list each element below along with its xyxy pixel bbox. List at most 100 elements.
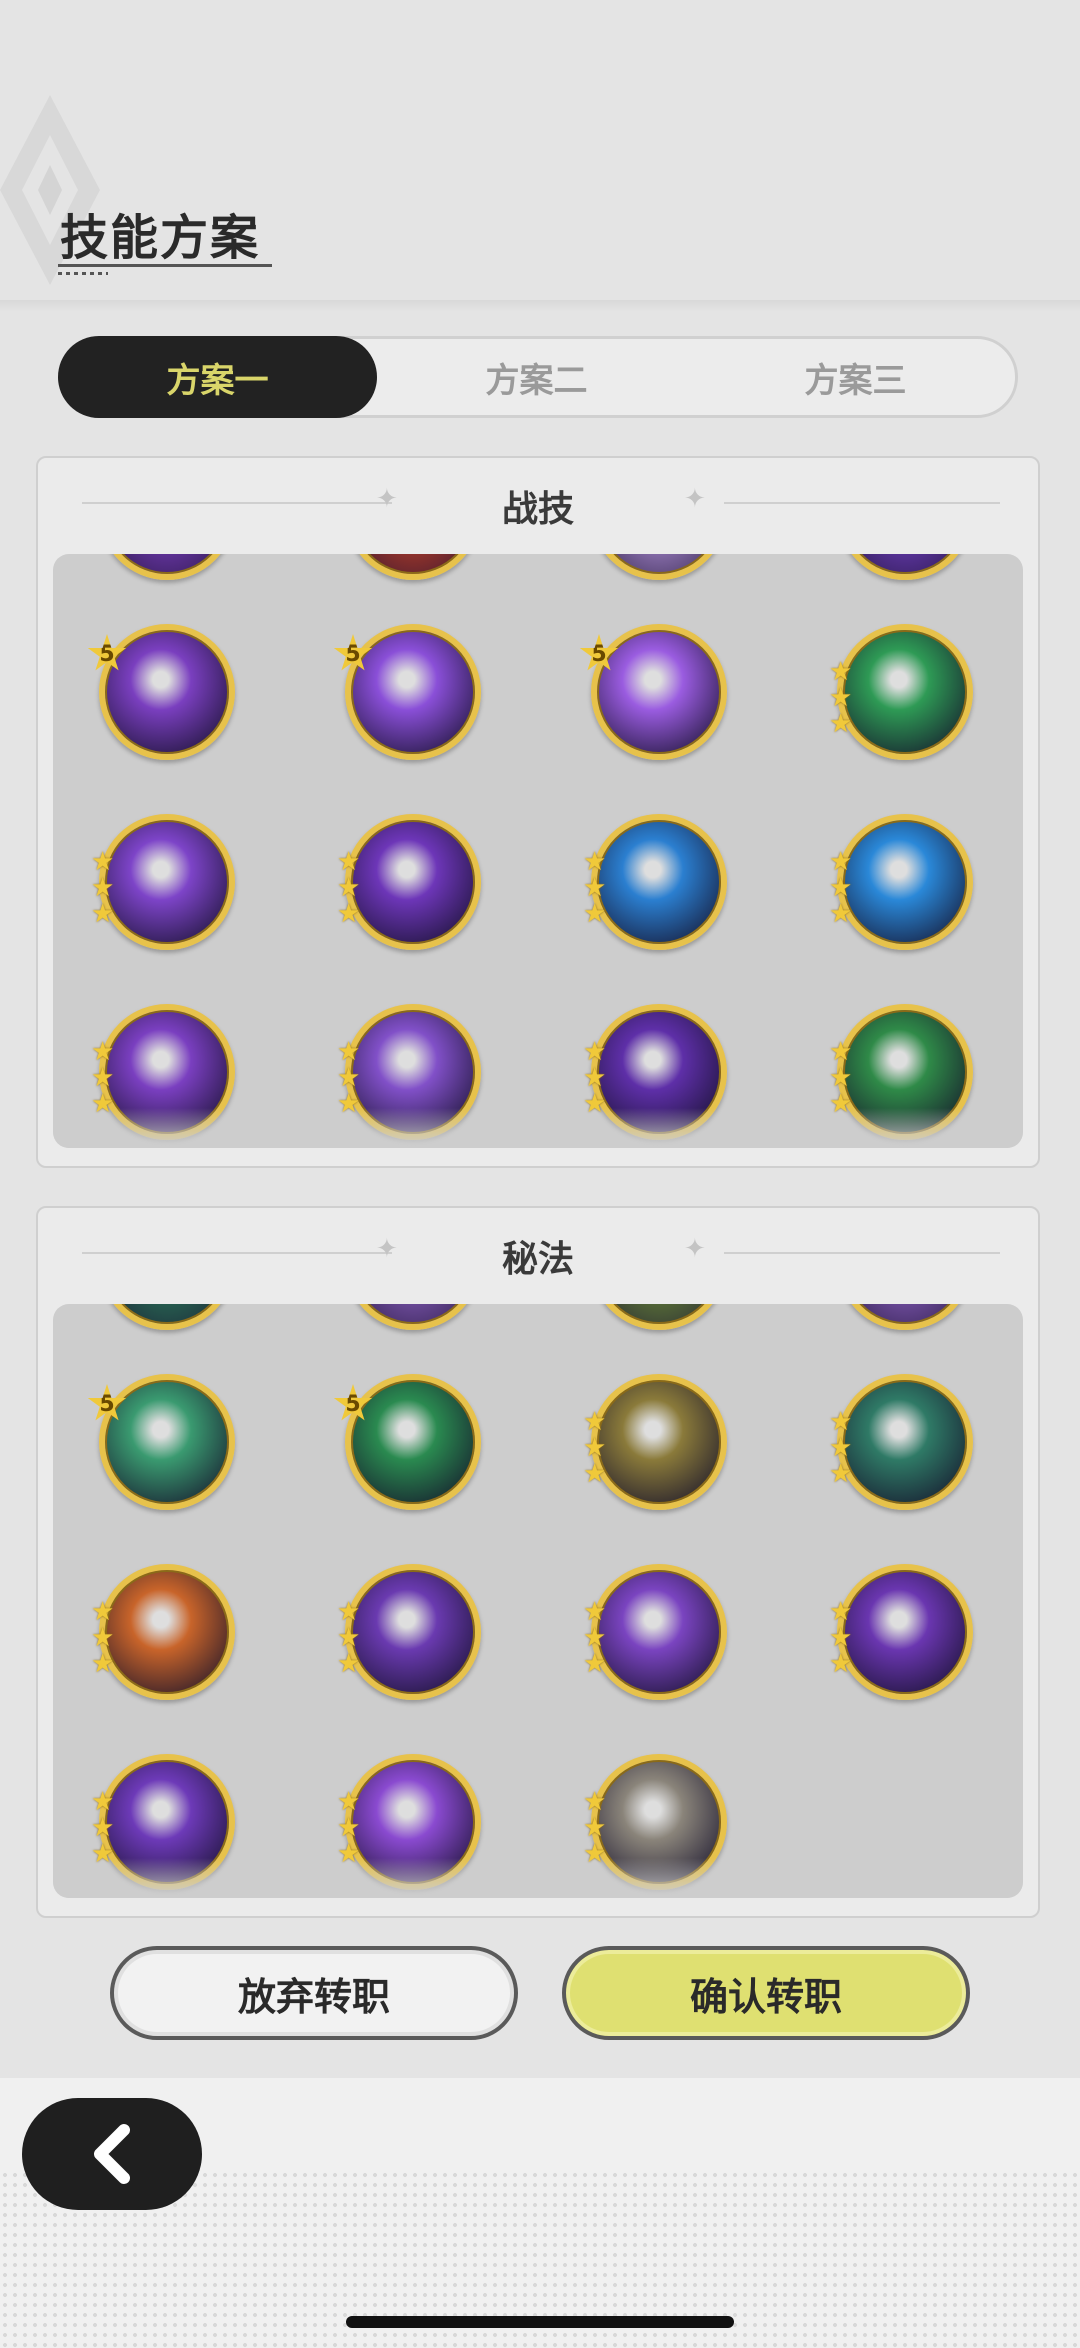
star-icon: ★ bbox=[829, 683, 853, 713]
star-icon: ★ bbox=[337, 847, 361, 877]
star-icon: ★ bbox=[583, 1433, 607, 1463]
level-badge: 5 bbox=[87, 634, 127, 671]
star-icon: ★ bbox=[337, 1037, 361, 1067]
star-icon: ★ bbox=[337, 899, 361, 929]
rank-stars: ★ ★ ★ bbox=[829, 1597, 857, 1677]
green-rune-skill-icon[interactable]: 5 bbox=[87, 1374, 235, 1510]
tab-plan-2[interactable]: 方案二 bbox=[377, 339, 696, 415]
rank-stars: ★ ★ ★ bbox=[583, 1597, 611, 1679]
star-icon: ★ bbox=[337, 1063, 361, 1093]
rank-stars: ★ ★ ★ bbox=[829, 1039, 857, 1117]
purple-crest-skill-icon[interactable]: ★ ★ ★ bbox=[337, 814, 481, 950]
tab-plan-3[interactable]: 方案三 bbox=[696, 339, 1015, 415]
star-icon: ★ bbox=[91, 1597, 115, 1627]
gold-leaf-skill-icon[interactable]: ★ ★ ★ bbox=[583, 1374, 727, 1510]
title-underline bbox=[58, 264, 272, 267]
star-icon: ★ bbox=[583, 1063, 607, 1093]
star-icon: ★ bbox=[829, 657, 853, 687]
star-icon: ★ bbox=[583, 1813, 607, 1843]
blue-beast-skill-icon[interactable]: ★ ★ ★ bbox=[829, 814, 973, 950]
chevron-left-icon bbox=[94, 2124, 130, 2184]
rank-stars: ★ ★ ★ bbox=[829, 847, 857, 927]
rank-stars: ★ ★ ★ bbox=[583, 847, 611, 927]
star-icon: ★ bbox=[583, 1623, 607, 1653]
skill-icon-partial[interactable] bbox=[99, 554, 235, 580]
green-flame-skill-icon[interactable]: ★ ★ ★ bbox=[829, 624, 973, 760]
rank-stars: ★ ★ ★ bbox=[337, 847, 365, 929]
rank-stars: ★ ★ ★ bbox=[583, 1407, 611, 1489]
star-icon: ★ bbox=[829, 1597, 853, 1627]
star-icon: ★ bbox=[337, 1597, 361, 1627]
star-icon: ★ bbox=[829, 1063, 853, 1093]
star-icon: ★ bbox=[91, 1623, 115, 1653]
rank-stars: ★ ★ ★ bbox=[91, 1597, 119, 1679]
abandon-job-change-button[interactable]: 放弃转职 bbox=[110, 1946, 518, 2040]
rank-stars: ★ ★ ★ bbox=[91, 1787, 119, 1867]
purple-arm-skill-icon[interactable]: ★ ★ ★ bbox=[829, 1564, 973, 1700]
rank-stars: ★ ★ ★ bbox=[91, 1037, 119, 1117]
star-icon: ★ bbox=[829, 1623, 853, 1653]
blue-golem-skill-icon[interactable]: ★ ★ ★ bbox=[583, 814, 727, 950]
star-icon: ★ bbox=[583, 1597, 607, 1627]
star-icon: ★ bbox=[91, 1649, 115, 1679]
level-badge: 5 bbox=[333, 634, 373, 671]
star-icon: ★ bbox=[829, 847, 853, 877]
skill-icon-partial[interactable] bbox=[99, 1304, 235, 1330]
rank-stars: ★ ★ ★ bbox=[583, 1789, 611, 1867]
star-icon: ★ bbox=[337, 1813, 361, 1843]
combat-skills-panel: ✦ 战技 ✦ 5 5 5 ★ ★ ★ ★ ★ ★ ★ ★ ★ ★ ★ ★ ★ ★ ★ ★ ★ ★ ★ ★ ★ ★ ★ ★ ★ ★ ★ bbox=[36, 456, 1040, 1168]
star-icon: ★ bbox=[91, 1037, 115, 1067]
skill-icon-partial[interactable] bbox=[591, 554, 727, 580]
scroll-fade bbox=[53, 1108, 1023, 1148]
arcane-section-title: 秘法 bbox=[501, 1239, 574, 1280]
arcane-skill-grid[interactable]: 5 5 ★ ★ ★ ★ ★ ★ ★ ★ ★ ★ ★ ★ ★ ★ ★ ★ ★ ★ ★ ★ ★ ★ ★ ★ ★ ★ ★ bbox=[53, 1304, 1023, 1898]
star-icon: ★ bbox=[829, 1407, 853, 1437]
tab-plan-1[interactable]: 方案一 bbox=[58, 336, 377, 418]
star-icon: ★ bbox=[583, 873, 607, 903]
skill-icon-partial[interactable] bbox=[591, 1304, 727, 1330]
header-divider bbox=[0, 300, 1080, 312]
skill-icon-partial[interactable] bbox=[345, 1304, 481, 1330]
purple-eye-skill-icon[interactable]: ★ ★ ★ bbox=[583, 1564, 727, 1700]
panel-header: ✦ 战技 ✦ bbox=[38, 458, 1038, 548]
combat-skill-grid[interactable]: 5 5 5 ★ ★ ★ ★ ★ ★ ★ ★ ★ ★ ★ ★ ★ ★ ★ ★ ★ ★ ★ ★ ★ ★ ★ ★ ★ ★ ★ bbox=[53, 554, 1023, 1148]
star-icon: ★ bbox=[91, 1787, 115, 1817]
back-button[interactable] bbox=[22, 2098, 202, 2210]
star-icon: ★ bbox=[583, 1459, 607, 1489]
star-icon: ★ bbox=[337, 873, 361, 903]
purple-slash-skill-icon[interactable]: 5 bbox=[333, 624, 481, 760]
teal-figure-skill-icon[interactable]: ★ ★ ★ bbox=[829, 1374, 973, 1510]
star-icon: ★ bbox=[583, 1407, 607, 1437]
star-icon: ★ bbox=[583, 1649, 607, 1679]
purple-vortex-skill-icon[interactable]: ★ ★ ★ bbox=[91, 814, 235, 950]
rank-stars: ★ ★ ★ bbox=[829, 1407, 857, 1487]
skill-icon-partial[interactable] bbox=[837, 554, 973, 580]
level-badge: 5 bbox=[579, 634, 619, 671]
star-icon: ★ bbox=[583, 847, 607, 877]
title-dots bbox=[58, 272, 108, 275]
combat-section-title: 战技 bbox=[501, 489, 574, 530]
star-icon: ★ bbox=[91, 847, 115, 877]
skill-icon-partial[interactable] bbox=[837, 1304, 973, 1330]
confirm-job-change-button[interactable]: 确认转职 bbox=[562, 1946, 970, 2040]
star-icon: ★ bbox=[91, 1063, 115, 1093]
arcane-skills-panel: ✦ 秘法 ✦ 5 5 ★ ★ ★ ★ ★ ★ ★ ★ ★ ★ ★ ★ ★ ★ ★ ★ ★ ★ ★ ★ ★ ★ ★ ★ ★ ★ ★ bbox=[36, 1206, 1040, 1918]
orange-beast-skill-icon[interactable]: ★ ★ ★ bbox=[91, 1564, 235, 1700]
sparkle-icon: ✦ bbox=[684, 484, 706, 514]
rank-stars: ★ ★ ★ bbox=[91, 847, 119, 927]
star-icon: ★ bbox=[829, 709, 853, 739]
purple-orbit-skill-icon[interactable]: ★ ★ ★ bbox=[337, 1564, 481, 1700]
star-icon: ★ bbox=[583, 1037, 607, 1067]
skill-icon-partial[interactable] bbox=[345, 554, 481, 580]
rank-stars: ★ ★ ★ bbox=[337, 1789, 365, 1867]
level-badge: 5 bbox=[333, 1384, 373, 1421]
green-pillar-skill-icon[interactable]: 5 bbox=[333, 1374, 481, 1510]
purple-mask-skill-icon[interactable]: 5 bbox=[579, 624, 727, 760]
star-icon: ★ bbox=[829, 873, 853, 903]
plan-tabs: 方案一 方案二 方案三 bbox=[58, 336, 1018, 418]
home-indicator bbox=[346, 2316, 734, 2328]
purple-orb-skill-icon[interactable]: 5 bbox=[87, 624, 235, 760]
scroll-fade bbox=[53, 1858, 1023, 1898]
rank-stars: ★ ★ ★ bbox=[337, 1037, 365, 1117]
sparkle-icon: ✦ bbox=[684, 1234, 706, 1264]
